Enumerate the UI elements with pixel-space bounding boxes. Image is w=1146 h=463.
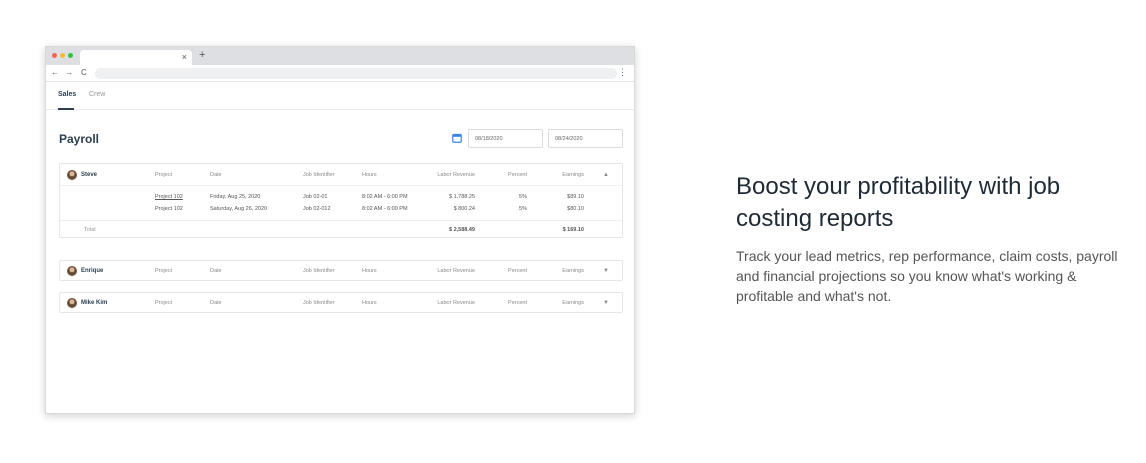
table-row: Project 102 Saturday, Aug 26, 2020 Job 0… <box>60 203 622 215</box>
column-labor-revenue: Labor Revenue <box>437 268 475 274</box>
employee-header-row[interactable]: Enrique Project Date Job Identifier Hour… <box>60 265 622 277</box>
row-earnings: $89.10 <box>567 194 584 200</box>
employee-name: Enrique <box>81 268 104 274</box>
column-earnings: Earnings <box>562 300 584 306</box>
minimize-window-dot[interactable] <box>60 53 65 58</box>
avatar <box>67 169 77 180</box>
row-earnings: $80.10 <box>567 206 584 212</box>
row-hours: 8:02 AM - 6:00 PM <box>362 194 408 200</box>
expand-arrow-icon[interactable]: ▼ <box>603 297 609 309</box>
page-title: Payroll <box>59 132 100 146</box>
marketing-description: Track your lead metrics, rep performance… <box>736 248 1118 304</box>
row-percent: 5% <box>519 194 527 200</box>
total-row: Total $ 2,588.49 $ 169.10 <box>60 224 622 236</box>
employee-name: Mike Kim <box>81 300 108 306</box>
employee-card-steve: Steve Project Date Job Identifier Hours … <box>59 163 623 238</box>
column-date: Date <box>210 300 222 306</box>
tab-sales[interactable]: Sales <box>58 91 76 98</box>
browser-tab[interactable]: × <box>80 50 192 65</box>
column-date: Date <box>210 172 222 178</box>
row-job-identifier: Job 02-01 <box>303 194 328 200</box>
column-hours: Hours <box>362 268 377 274</box>
row-labor-revenue: $ 800.24 <box>453 206 475 212</box>
end-date-field[interactable]: 08/24/2020 <box>548 129 623 148</box>
column-hours: Hours <box>362 300 377 306</box>
project-link[interactable]: Project 102 <box>155 191 183 203</box>
column-percent: Percent <box>508 172 527 178</box>
column-earnings: Earnings <box>562 172 584 178</box>
avatar <box>67 297 77 308</box>
url-input[interactable] <box>95 68 617 79</box>
total-earnings: $ 169.10 <box>562 227 584 233</box>
employee-card-mike-kim[interactable]: Mike Kim Project Date Job Identifier Hou… <box>59 292 623 313</box>
column-date: Date <box>210 268 222 274</box>
row-job-identifier: Job 02-012 <box>303 206 331 212</box>
close-tab-icon[interactable]: × <box>182 51 187 64</box>
divider <box>60 220 622 221</box>
divider <box>60 185 622 186</box>
column-labor-revenue: Labor Revenue <box>437 172 475 178</box>
maximize-window-dot[interactable] <box>68 53 73 58</box>
new-tab-icon[interactable]: + <box>199 49 205 62</box>
column-labor-revenue: Labor Revenue <box>437 300 475 306</box>
reload-icon[interactable]: C <box>81 68 87 78</box>
table-row: Project 102 Friday, Aug 25, 2020 Job 02-… <box>60 191 622 203</box>
close-window-dot[interactable] <box>52 53 57 58</box>
row-labor-revenue: $ 1,788.25 <box>449 194 475 200</box>
browser-window: × + ← → C ⋮ Sales Crew Payroll 08/18/202… <box>45 46 635 414</box>
column-project: Project <box>155 268 173 274</box>
column-hours: Hours <box>362 172 377 178</box>
row-date: Friday, Aug 25, 2020 <box>210 194 261 200</box>
start-date-field[interactable]: 08/18/2020 <box>468 129 543 148</box>
calendar-icon[interactable] <box>452 133 462 143</box>
row-date: Saturday, Aug 26, 2020 <box>210 206 268 212</box>
back-icon[interactable]: ← <box>51 68 59 78</box>
column-job-identifier: Job Identifier <box>303 172 335 178</box>
active-tab-indicator <box>58 108 74 110</box>
column-percent: Percent <box>508 300 527 306</box>
column-project: Project <box>155 172 173 178</box>
project-name[interactable]: Project 102 <box>155 203 183 215</box>
column-earnings: Earnings <box>562 268 584 274</box>
browser-menu-icon[interactable]: ⋮ <box>618 67 627 78</box>
expand-arrow-icon[interactable]: ▼ <box>603 265 609 277</box>
column-job-identifier: Job Identifier <box>303 300 335 306</box>
employee-name: Steve <box>81 172 98 178</box>
column-project: Project <box>155 300 173 306</box>
tab-crew[interactable]: Crew <box>89 91 105 98</box>
column-percent: Percent <box>508 268 527 274</box>
employee-header-row[interactable]: Steve Project Date Job Identifier Hours … <box>60 169 622 181</box>
collapse-arrow-icon[interactable]: ▲ <box>603 169 609 181</box>
browser-tab-bar: × + <box>46 47 634 65</box>
app-tabs: Sales Crew <box>46 82 634 110</box>
row-hours: 8:02 AM - 6:00 PM <box>362 206 408 212</box>
forward-icon[interactable]: → <box>65 68 73 78</box>
total-labor-revenue: $ 2,588.49 <box>449 227 475 233</box>
employee-header-row[interactable]: Mike Kim Project Date Job Identifier Hou… <box>60 297 622 309</box>
row-percent: 5% <box>519 206 527 212</box>
employee-card-enrique[interactable]: Enrique Project Date Job Identifier Hour… <box>59 260 623 281</box>
total-label: Total <box>84 227 96 233</box>
marketing-headline: Boost your profitability with job costin… <box>736 173 1061 232</box>
avatar <box>67 265 77 276</box>
column-job-identifier: Job Identifier <box>303 268 335 274</box>
address-bar-row: ← → C ⋮ <box>46 65 634 82</box>
